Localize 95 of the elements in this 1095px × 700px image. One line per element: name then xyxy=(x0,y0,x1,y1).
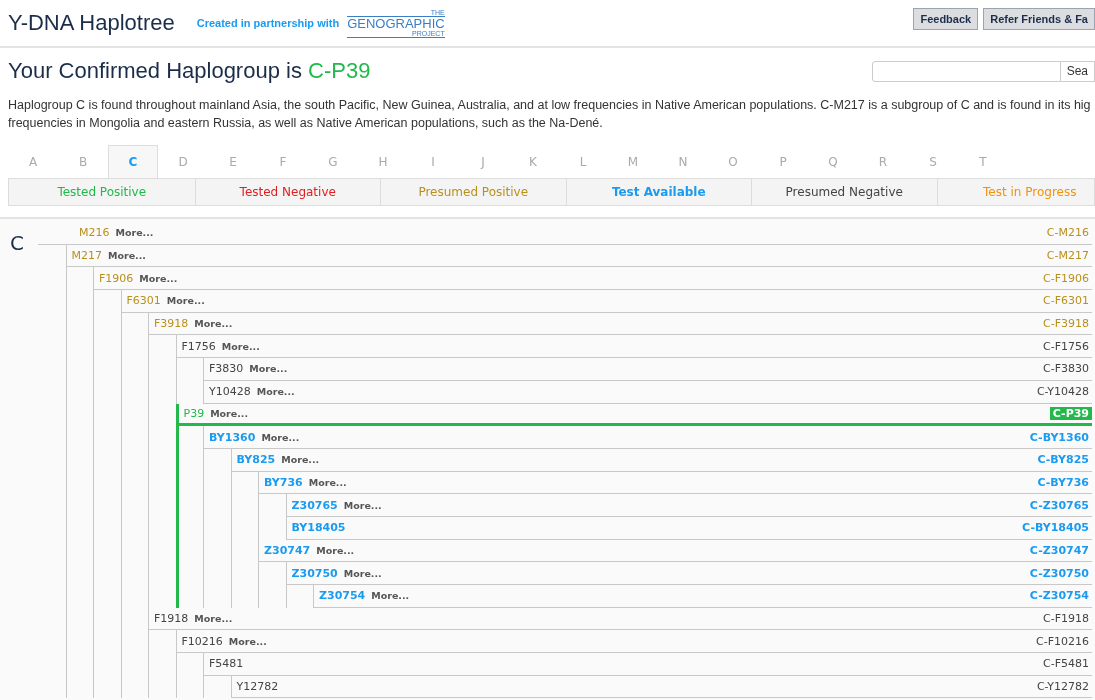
tree-node-row[interactable]: F1918 More... C-F1918 xyxy=(148,607,1092,631)
haplogroup-label: C-BY1360 xyxy=(1028,430,1090,444)
snp-name: P39 xyxy=(183,406,205,420)
snp-name: Y12782 xyxy=(236,680,279,694)
haplogroup-label: C-Z30750 xyxy=(1028,566,1090,580)
haplogroup-label: C-F1918 xyxy=(1042,612,1090,626)
more-link[interactable]: More... xyxy=(115,227,154,239)
more-link[interactable]: More... xyxy=(308,476,347,488)
tree-node-row[interactable]: Y10428 More... C-Y10428 xyxy=(203,380,1092,404)
snp-name: BY18405 xyxy=(291,521,346,535)
tree-node-row[interactable]: Z30754 More... C-Z30754 xyxy=(313,585,1092,608)
haplogroup-label: C-M217 xyxy=(1045,249,1090,263)
haplogroup-label: C-Y12782 xyxy=(1035,680,1090,694)
root-letter: C xyxy=(9,230,25,257)
tree-node-row[interactable]: F3830 More... C-F3830 xyxy=(203,358,1092,381)
search-field[interactable] xyxy=(871,60,1061,82)
snp-name: F1756 xyxy=(181,339,216,353)
tree-node-row[interactable]: P39 More... C-P39 xyxy=(175,403,1092,427)
haplogroup-description: Haplogroup C is found throughout mainland Asia, the south Pacific, New Guinea, Australia, and at low frequencies in Native American populations. C-M217 is a subgroup of C and is found in its hig frequencies in Mongolia and eastern Russia, as well as Native American populations, such as the Na-Dené. xyxy=(7,97,1092,132)
tree-node-row[interactable]: BY825 More... C-BY825 xyxy=(230,448,1092,472)
haplogroup-heading: Your Confirmed Haplogroup is C-P39 xyxy=(8,58,372,84)
snp-name: F1918 xyxy=(154,612,189,626)
tree-node-row[interactable]: M217 More... C-M217 xyxy=(65,244,1092,268)
legend-item: Presumed Positive xyxy=(380,179,566,205)
more-link[interactable]: More... xyxy=(281,454,320,466)
haplogroup-label: C-F3830 xyxy=(1042,362,1090,376)
snp-name: Y10428 xyxy=(209,385,251,399)
haplogroup-label: C-F10216 xyxy=(1035,634,1090,648)
tree-node-row[interactable]: F6301 More... C-F6301 xyxy=(120,290,1092,313)
snp-name: F3918 xyxy=(154,317,189,331)
haplogroup-label: C-Y10428 xyxy=(1035,385,1090,399)
search-button[interactable]: Sea xyxy=(1060,60,1095,82)
tree-node-row[interactable]: F1906 More... C-F1906 xyxy=(93,267,1092,291)
tree-node-row[interactable]: Z30750 More... C-Z30750 xyxy=(285,562,1092,585)
snp-name: BY825 xyxy=(236,453,276,467)
tree-node-row[interactable]: F3918 More... C-F3918 xyxy=(148,312,1092,336)
tree-node-row[interactable]: M216 More... C-M216 xyxy=(38,222,1092,245)
tree-node-row[interactable]: Y12782 C-Y12782 xyxy=(230,675,1092,699)
snp-name: F1906 xyxy=(99,271,134,285)
haplogroup-label: C-F1906 xyxy=(1042,271,1090,285)
tree-node-row[interactable]: F5481 C-F5481 xyxy=(203,653,1092,676)
tree-node-row[interactable]: F10216 More... C-F10216 xyxy=(175,630,1092,654)
haplogroup-label: C-Z30754 xyxy=(1028,589,1090,603)
header-button[interactable]: Feedback xyxy=(913,8,979,30)
legend-item: Presumed Negative xyxy=(751,179,937,205)
haplogroup-label: C-F6301 xyxy=(1042,294,1090,308)
haplogroup-label: C-P39 xyxy=(1049,406,1092,420)
more-link[interactable]: More... xyxy=(371,590,410,602)
more-link[interactable]: More... xyxy=(221,340,260,352)
more-link[interactable]: More... xyxy=(316,544,355,556)
snp-name: BY1360 xyxy=(209,430,256,444)
more-link[interactable]: More... xyxy=(256,386,295,398)
app-title: Y-DNA Haplotree xyxy=(8,10,175,36)
tree-node-row[interactable]: F1756 More... C-F1756 xyxy=(175,335,1092,359)
more-link[interactable]: More... xyxy=(210,407,249,419)
header-button[interactable]: Refer Friends & Fa xyxy=(983,8,1095,30)
legend-item: Tested Positive xyxy=(56,184,148,201)
haplogroup-label: C-BY736 xyxy=(1036,475,1090,489)
snp-name: Z30754 xyxy=(319,589,366,603)
more-link[interactable]: More... xyxy=(343,499,382,511)
tree-node-row[interactable]: BY1360 More... C-BY1360 xyxy=(203,426,1092,449)
legend-item: Test Available xyxy=(565,179,751,205)
more-link[interactable]: More... xyxy=(261,431,300,443)
haplogroup-label: C-BY18405 xyxy=(1021,521,1090,535)
haplogroup-label: C-F1756 xyxy=(1042,339,1090,353)
snp-name: Z30750 xyxy=(291,566,338,580)
partnership-text: Created in partnership with xyxy=(196,17,340,29)
snp-name: F10216 xyxy=(181,634,223,648)
snp-name: Z30765 xyxy=(291,498,338,512)
more-link[interactable]: More... xyxy=(108,250,146,262)
haplogroup-label: C-F3918 xyxy=(1042,317,1090,331)
haplogroup-label: C-M216 xyxy=(1045,226,1090,240)
snp-name: M216 xyxy=(79,226,110,240)
more-link[interactable]: More... xyxy=(343,567,382,579)
haplogroup-label: C-Z30747 xyxy=(1028,543,1090,557)
haplogroup-label: C-F5481 xyxy=(1042,657,1090,671)
more-link[interactable]: More... xyxy=(166,295,205,307)
snp-name: F3830 xyxy=(209,362,244,376)
more-link[interactable]: More... xyxy=(194,613,233,625)
snp-name: F5481 xyxy=(209,657,244,671)
legend-item: Test in Progress xyxy=(936,179,1095,205)
more-link[interactable]: More... xyxy=(228,635,267,647)
more-link[interactable]: More... xyxy=(139,272,178,284)
more-link[interactable]: More... xyxy=(194,318,233,330)
tree-node-row[interactable]: Z30747 More... C-Z30747 xyxy=(258,539,1092,563)
haplogroup-label: C-BY825 xyxy=(1036,453,1090,467)
snp-name: F6301 xyxy=(126,294,161,308)
snp-name: M217 xyxy=(71,249,102,263)
legend-item: Tested Negative xyxy=(194,179,380,205)
snp-name: Z30747 xyxy=(264,543,311,557)
snp-name: BY736 xyxy=(264,475,303,489)
haplogroup-label: C-Z30765 xyxy=(1028,498,1090,512)
more-link[interactable]: More... xyxy=(249,363,288,375)
tree-node-row[interactable]: BY736 More... C-BY736 xyxy=(258,471,1092,495)
tree-node-row[interactable]: Z30765 More... C-Z30765 xyxy=(285,494,1092,517)
